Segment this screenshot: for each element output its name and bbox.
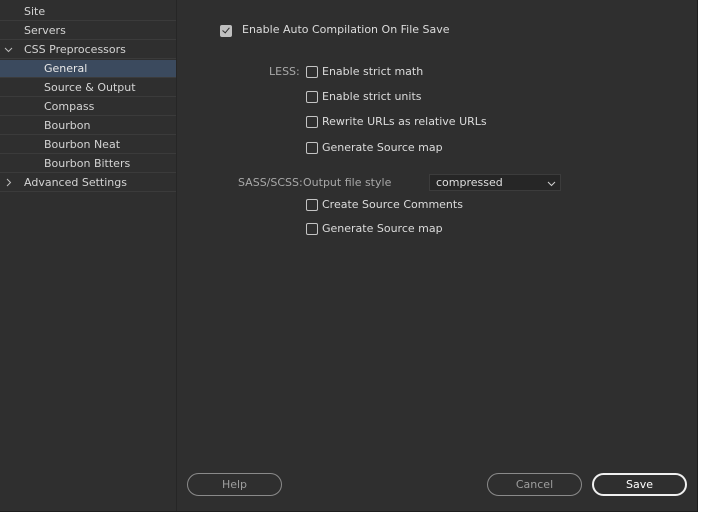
- sidebar-item-bourbon-neat[interactable]: Bourbon Neat: [0, 136, 176, 154]
- sidebar-item-bourbon-bitters[interactable]: Bourbon Bitters: [0, 155, 176, 173]
- sass-section-label: SASS/SCSS:: [238, 176, 303, 189]
- sidebar-item-label: Bourbon: [44, 119, 91, 132]
- auto-compile-label: Enable Auto Compilation On File Save: [242, 23, 450, 36]
- sidebar-item-label: CSS Preprocessors: [24, 43, 126, 56]
- sidebar-item-servers[interactable]: Servers: [0, 22, 176, 40]
- less-source-map-checkbox[interactable]: [306, 142, 318, 154]
- output-style-select[interactable]: compressed: [429, 174, 561, 191]
- chevron-down-icon[interactable]: [3, 41, 13, 59]
- sidebar-item-site[interactable]: Site: [0, 3, 176, 21]
- less-section-label: LESS:: [269, 65, 300, 78]
- source-comments-label: Create Source Comments: [322, 198, 463, 211]
- strict-units-checkbox[interactable]: [306, 91, 318, 103]
- sidebar-item-label: General: [44, 62, 88, 75]
- sidebar-item-source-output[interactable]: Source & Output: [0, 79, 176, 97]
- help-button[interactable]: Help: [187, 473, 282, 496]
- output-style-value: compressed: [436, 176, 503, 189]
- general-settings-panel: Enable Auto Compilation On File Save LES…: [177, 0, 697, 511]
- sidebar-item-label: Bourbon Bitters: [44, 157, 131, 170]
- save-button[interactable]: Save: [592, 473, 687, 496]
- sidebar-item-label: Site: [24, 5, 46, 18]
- strict-math-checkbox[interactable]: [306, 66, 318, 78]
- sidebar-item-label: Advanced Settings: [24, 176, 127, 189]
- sidebar-item-css-preprocessors[interactable]: CSS Preprocessors: [0, 41, 176, 59]
- relative-urls-label: Rewrite URLs as relative URLs: [322, 115, 487, 128]
- source-comments-checkbox[interactable]: [306, 199, 318, 211]
- sidebar-item-advanced-settings[interactable]: Advanced Settings: [0, 174, 176, 192]
- relative-urls-checkbox[interactable]: [306, 116, 318, 128]
- sidebar-item-label: Source & Output: [44, 81, 136, 94]
- strict-math-label: Enable strict math: [322, 65, 424, 78]
- auto-compile-checkbox[interactable]: [220, 25, 232, 37]
- sidebar-item-label: Bourbon Neat: [44, 138, 121, 151]
- sass-source-map-label: Generate Source map: [322, 222, 443, 235]
- sidebar-item-label: Servers: [24, 24, 66, 37]
- preferences-window: Site Servers CSS Preprocessors General S…: [0, 0, 698, 512]
- output-style-label: Output file style: [303, 176, 392, 189]
- less-source-map-label: Generate Source map: [322, 141, 443, 154]
- strict-units-label: Enable strict units: [322, 90, 422, 103]
- sass-source-map-checkbox[interactable]: [306, 223, 318, 235]
- sidebar-item-bourbon[interactable]: Bourbon: [0, 117, 176, 135]
- sidebar: Site Servers CSS Preprocessors General S…: [0, 0, 177, 511]
- sidebar-item-compass[interactable]: Compass: [0, 98, 176, 116]
- sidebar-item-general[interactable]: General: [0, 60, 176, 78]
- chevron-right-icon[interactable]: [3, 174, 13, 192]
- chevron-down-icon: [547, 178, 556, 187]
- sidebar-item-label: Compass: [44, 100, 95, 113]
- cancel-button[interactable]: Cancel: [487, 473, 582, 496]
